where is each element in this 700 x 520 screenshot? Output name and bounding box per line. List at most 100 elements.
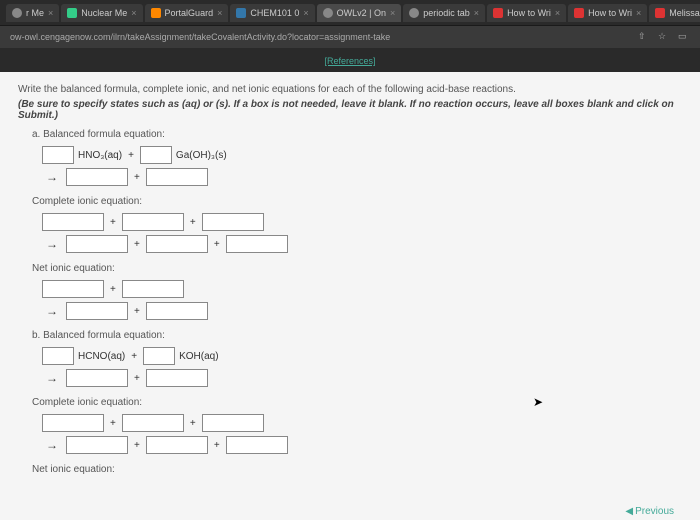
plus-sign: + [132, 373, 142, 384]
species-input[interactable] [202, 414, 264, 432]
close-icon[interactable]: × [217, 8, 222, 18]
product-input[interactable] [66, 302, 128, 320]
product-input[interactable] [226, 235, 288, 253]
arrow-row: → + + [42, 235, 682, 253]
product-input[interactable] [66, 436, 128, 454]
complete-ionic-row: + + [42, 213, 682, 231]
url-bar: ow-owl.cengagenow.com/ilrn/takeAssignmen… [0, 26, 700, 48]
coeff-input[interactable] [42, 146, 74, 164]
product-input[interactable] [66, 369, 128, 387]
favicon [12, 8, 22, 18]
plus-sign: + [188, 217, 198, 228]
coeff-input[interactable] [140, 146, 172, 164]
favicon [323, 8, 333, 18]
browser-tabs: r Me× Nuclear Me× PortalGuard× CHEM101 0… [0, 0, 700, 26]
favicon [574, 8, 584, 18]
part-b-balanced-row: HCNO(aq) + KOH(aq) [42, 347, 682, 365]
favicon [493, 8, 503, 18]
part-b-net-label: Net ionic equation: [32, 464, 682, 475]
arrow-row: → + [42, 168, 682, 186]
plus-sign: + [132, 306, 142, 317]
favicon [409, 8, 419, 18]
species-input[interactable] [122, 414, 184, 432]
instructions-line1: Write the balanced formula, complete ion… [18, 84, 682, 95]
favicon [655, 8, 665, 18]
star-icon[interactable]: ☆ [658, 31, 670, 43]
species-input[interactable] [122, 280, 184, 298]
close-icon[interactable]: × [390, 8, 395, 18]
favicon [236, 8, 246, 18]
reader-icon[interactable]: ▭ [678, 31, 690, 43]
share-icon[interactable]: ⇧ [638, 31, 650, 43]
part-b-balanced-label: b. Balanced formula equation: [32, 330, 682, 341]
close-icon[interactable]: × [131, 8, 136, 18]
arrow-icon: → [42, 371, 62, 385]
species-input[interactable] [202, 213, 264, 231]
tab-1[interactable]: Nuclear Me× [61, 4, 142, 22]
part-b-complete-label: Complete ionic equation: [32, 397, 682, 408]
instructions-line2: (Be sure to specify states such as (aq) … [18, 99, 682, 121]
plus-sign: + [108, 284, 118, 295]
plus-sign: + [188, 418, 198, 429]
product-input[interactable] [66, 235, 128, 253]
plus-sign: + [132, 440, 142, 451]
product-input[interactable] [146, 369, 208, 387]
product-input[interactable] [146, 235, 208, 253]
close-icon[interactable]: × [303, 8, 308, 18]
reactant-1: HCNO(aq) [78, 351, 125, 362]
arrow-row: → + + [42, 436, 682, 454]
tab-7[interactable]: How to Wri× [568, 4, 647, 22]
plus-sign: + [212, 440, 222, 451]
coeff-input[interactable] [143, 347, 175, 365]
chevron-left-icon: ◀ [625, 506, 633, 517]
species-input[interactable] [42, 280, 104, 298]
close-icon[interactable]: × [474, 8, 479, 18]
plus-sign: + [132, 239, 142, 250]
references-link[interactable]: [References] [324, 56, 375, 66]
plus-sign: + [108, 418, 118, 429]
plus-sign: + [108, 217, 118, 228]
tab-0[interactable]: r Me× [6, 4, 59, 22]
arrow-icon: → [42, 304, 62, 318]
tab-2[interactable]: PortalGuard× [145, 4, 229, 22]
references-bar: [References] [0, 48, 700, 72]
tab-4-active[interactable]: OWLv2 | On× [317, 4, 402, 22]
tab-5[interactable]: periodic tab× [403, 4, 485, 22]
page-content: Write the balanced formula, complete ion… [0, 72, 700, 520]
product-input[interactable] [146, 302, 208, 320]
species-input[interactable] [42, 414, 104, 432]
favicon [151, 8, 161, 18]
tab-6[interactable]: How to Wri× [487, 4, 566, 22]
arrow-icon: → [42, 237, 62, 251]
part-a-complete-label: Complete ionic equation: [32, 196, 682, 207]
coeff-input[interactable] [42, 347, 74, 365]
close-icon[interactable]: × [48, 8, 53, 18]
arrow-row: → + [42, 369, 682, 387]
part-a-net-label: Net ionic equation: [32, 263, 682, 274]
product-input[interactable] [66, 168, 128, 186]
part-a-balanced-row: HNO₃(aq) + Ga(OH)₃(s) [42, 146, 682, 164]
net-ionic-row: + [42, 280, 682, 298]
close-icon[interactable]: × [555, 8, 560, 18]
plus-sign: + [132, 172, 142, 183]
favicon [67, 8, 77, 18]
arrow-row: → + [42, 302, 682, 320]
product-input[interactable] [146, 436, 208, 454]
part-a-balanced-label: a. Balanced formula equation: [32, 129, 682, 140]
species-input[interactable] [122, 213, 184, 231]
product-input[interactable] [226, 436, 288, 454]
close-icon[interactable]: × [636, 8, 641, 18]
plus-sign: + [212, 239, 222, 250]
arrow-icon: → [42, 170, 62, 184]
previous-label: Previous [635, 506, 674, 517]
reactant-2: KOH(aq) [179, 351, 218, 362]
complete-ionic-row: + + [42, 414, 682, 432]
reactant-2: Ga(OH)₃(s) [176, 150, 227, 161]
previous-button[interactable]: ◀ Previous [625, 506, 674, 517]
product-input[interactable] [146, 168, 208, 186]
tab-3[interactable]: CHEM101 0× [230, 4, 314, 22]
arrow-icon: → [42, 438, 62, 452]
species-input[interactable] [42, 213, 104, 231]
url-text: ow-owl.cengagenow.com/ilrn/takeAssignmen… [10, 32, 390, 42]
tab-8[interactable]: Melissa Ma× [649, 4, 700, 22]
